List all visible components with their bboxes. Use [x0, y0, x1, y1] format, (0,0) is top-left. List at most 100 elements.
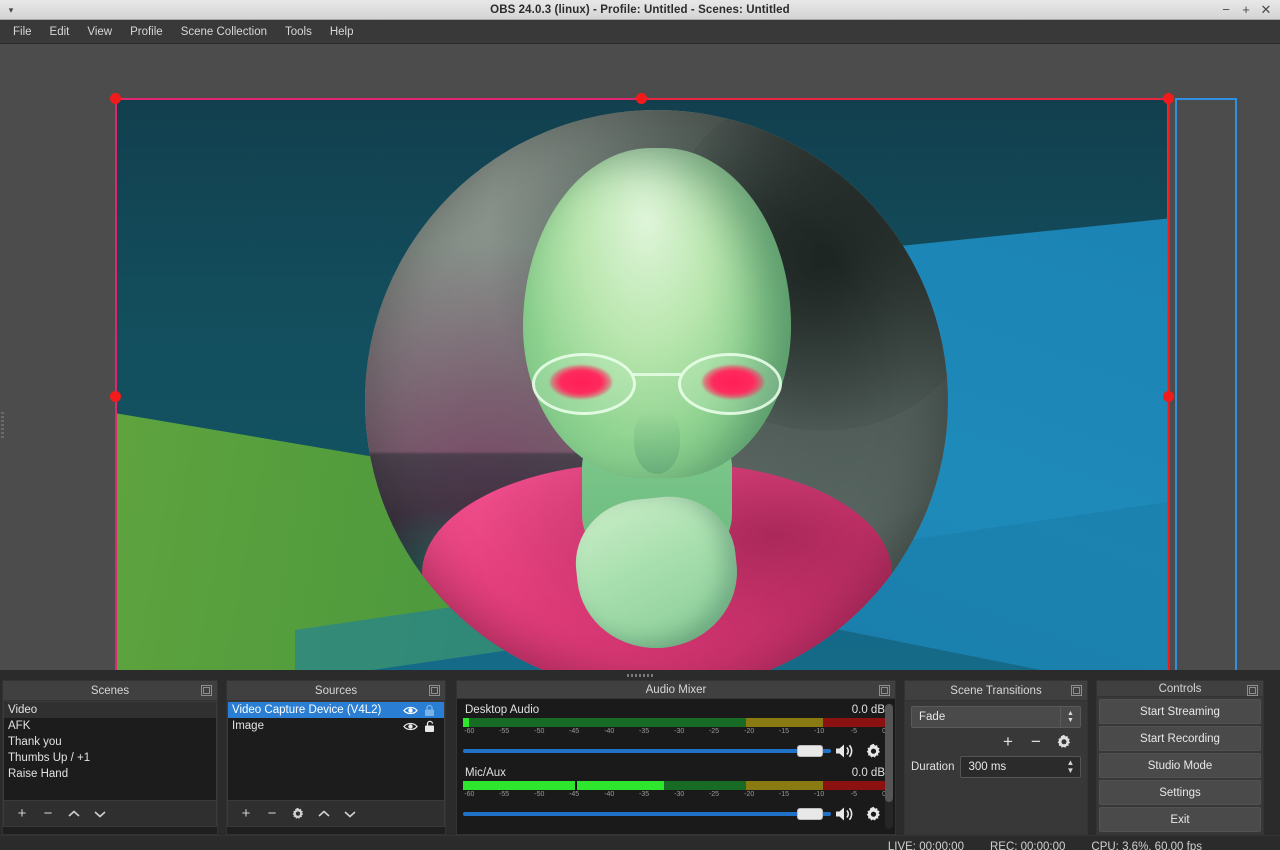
transitions-body: Fade ▲ ▼ + − Duration 300 ms ▲ ▼	[1, 412, 1088, 835]
resize-handle-top-center[interactable]	[635, 92, 647, 104]
scene-item-thumbs-up[interactable]: Thumbs Up / +1	[4, 750, 216, 766]
start-streaming-button[interactable]: Start Streaming	[1099, 699, 1261, 724]
mute-speaker-icon-desktop-audio[interactable]	[831, 741, 859, 761]
move-scene-down-button[interactable]	[88, 803, 112, 825]
eye-icon[interactable]	[403, 720, 418, 733]
start-recording-button[interactable]: Start Recording	[1099, 726, 1261, 751]
controls-dock-title: Controls	[1096, 680, 1264, 696]
controls-body: Start Streaming Start Recording Studio M…	[1, 412, 1264, 835]
minimize-button[interactable]: −	[1216, 0, 1236, 20]
menu-tools[interactable]: Tools	[276, 21, 321, 43]
float-dock-icon[interactable]	[1247, 685, 1258, 696]
scene-item-raise-hand[interactable]: Raise Hand	[4, 766, 216, 782]
add-scene-button[interactable]: +	[10, 803, 34, 825]
float-dock-icon[interactable]	[429, 685, 440, 696]
move-source-up-button[interactable]	[312, 803, 336, 825]
studio-mode-button[interactable]: Studio Mode	[1099, 753, 1261, 778]
meter-tick: -35	[638, 728, 650, 735]
remove-transition-button[interactable]: −	[1025, 731, 1047, 753]
lock-icon[interactable]	[423, 704, 438, 717]
meter-tick: -55	[499, 791, 510, 798]
meter-tick: -60	[464, 728, 475, 735]
move-scene-up-button[interactable]	[62, 803, 86, 825]
resize-handle-middle-right[interactable]	[1162, 390, 1174, 402]
duration-input[interactable]: 300 ms ▲ ▼	[960, 756, 1081, 778]
remove-scene-button[interactable]: −	[36, 803, 60, 825]
menu-file[interactable]: File	[4, 21, 41, 43]
track-name: Desktop Audio	[465, 704, 540, 716]
preview-canvas[interactable]	[0, 44, 1280, 670]
mute-speaker-icon-mic-aux[interactable]	[831, 804, 859, 824]
audio-settings-gear-icon-mic-aux[interactable]	[859, 804, 887, 824]
slider-handle[interactable]	[797, 745, 823, 757]
slider-track	[463, 812, 831, 816]
duration-label: Duration	[911, 761, 955, 773]
meter-tick: -50	[534, 728, 545, 735]
source-row-icons	[403, 704, 440, 717]
transition-select[interactable]: Fade ▲ ▼	[911, 706, 1081, 728]
dock-splitter[interactable]	[0, 670, 1280, 680]
add-source-button[interactable]: +	[234, 803, 258, 825]
float-dock-icon[interactable]	[879, 685, 890, 696]
scenes-list[interactable]: Video AFK Thank you Thumbs Up / +1 Raise…	[3, 701, 217, 801]
source-item-image[interactable]: Image	[228, 718, 444, 734]
resize-handle-top-left[interactable]	[109, 92, 121, 104]
meter-tick: -5	[850, 728, 858, 735]
settings-button[interactable]: Settings	[1099, 780, 1261, 805]
volume-slider-mic-aux[interactable]	[463, 806, 831, 822]
meter-scale-mic-aux: -60 -55 -50 -45 -40 -35 -30 -25 -20 -15 …	[463, 790, 887, 801]
remove-source-button[interactable]: −	[260, 803, 284, 825]
slider-track	[463, 749, 831, 753]
resize-handle-middle-left[interactable]	[109, 390, 121, 402]
scene-item-thank-you[interactable]: Thank you	[4, 734, 216, 750]
mixer-scrollbar-thumb[interactable]	[885, 704, 893, 802]
menu-scene-collection[interactable]: Scene Collection	[172, 21, 276, 43]
status-cpu-fps: CPU: 3.6%, 60.00 fps	[1091, 840, 1202, 850]
menu-edit[interactable]: Edit	[41, 21, 79, 43]
exit-button[interactable]: Exit	[1099, 807, 1261, 832]
menu-help[interactable]: Help	[321, 21, 363, 43]
mixer-body: Desktop Audio 0.0 dB -60 -55 -50 -45 -40…	[456, 698, 896, 835]
scene-item-video[interactable]: Video	[4, 702, 216, 718]
add-transition-button[interactable]: +	[997, 731, 1019, 753]
fader-row-mic-aux	[463, 804, 887, 824]
meter-tick: -30	[674, 728, 685, 735]
float-dock-icon[interactable]	[201, 685, 212, 696]
float-dock-icon[interactable]	[1071, 685, 1082, 696]
meter-tick: -60	[464, 791, 475, 798]
scene-label: Thank you	[8, 736, 62, 748]
maximize-button[interactable]: +	[1236, 0, 1256, 20]
move-source-down-button[interactable]	[338, 803, 362, 825]
dock-grip-icon	[1, 412, 4, 438]
mixer-scrollbar[interactable]	[885, 704, 893, 829]
source-item-video-capture-device[interactable]: Video Capture Device (V4L2)	[228, 702, 444, 718]
scene-label: Raise Hand	[8, 768, 69, 780]
meter-level	[463, 718, 470, 727]
window-titlebar: ▾ OBS 24.0.3 (linux) - Profile: Untitled…	[0, 0, 1280, 20]
selection-edge-right	[1168, 98, 1170, 670]
meter-level	[463, 781, 665, 790]
scenes-title-label: Scenes	[90, 684, 130, 697]
scene-render	[115, 98, 1169, 670]
audio-settings-gear-icon-desktop-audio[interactable]	[859, 741, 887, 761]
close-button[interactable]: ✕	[1256, 0, 1276, 20]
scene-item-afk[interactable]: AFK	[4, 718, 216, 734]
source-row-icons	[403, 720, 440, 733]
sources-list[interactable]: Video Capture Device (V4L2) Image	[227, 701, 445, 801]
slider-handle[interactable]	[797, 808, 823, 820]
transition-properties-gear-icon[interactable]	[1053, 731, 1075, 753]
menu-view[interactable]: View	[78, 21, 121, 43]
meter-tick: -10	[814, 791, 825, 798]
scenes-dock-body: Video AFK Thank you Thumbs Up / +1 Raise…	[2, 700, 218, 835]
unlock-icon[interactable]	[423, 720, 438, 733]
spinner-updown-icon[interactable]: ▲ ▼	[1063, 758, 1078, 776]
menu-profile[interactable]: Profile	[121, 21, 172, 43]
transition-value: Fade	[919, 711, 946, 723]
volume-slider-desktop-audio[interactable]	[463, 743, 831, 759]
resize-handle-top-right[interactable]	[1162, 92, 1174, 104]
source-properties-gear-icon[interactable]	[286, 803, 310, 825]
webcam-vignette	[365, 110, 948, 670]
meter-tick: -35	[638, 791, 650, 798]
window-title: OBS 24.0.3 (linux) - Profile: Untitled -…	[490, 3, 790, 16]
eye-icon[interactable]	[403, 704, 418, 717]
